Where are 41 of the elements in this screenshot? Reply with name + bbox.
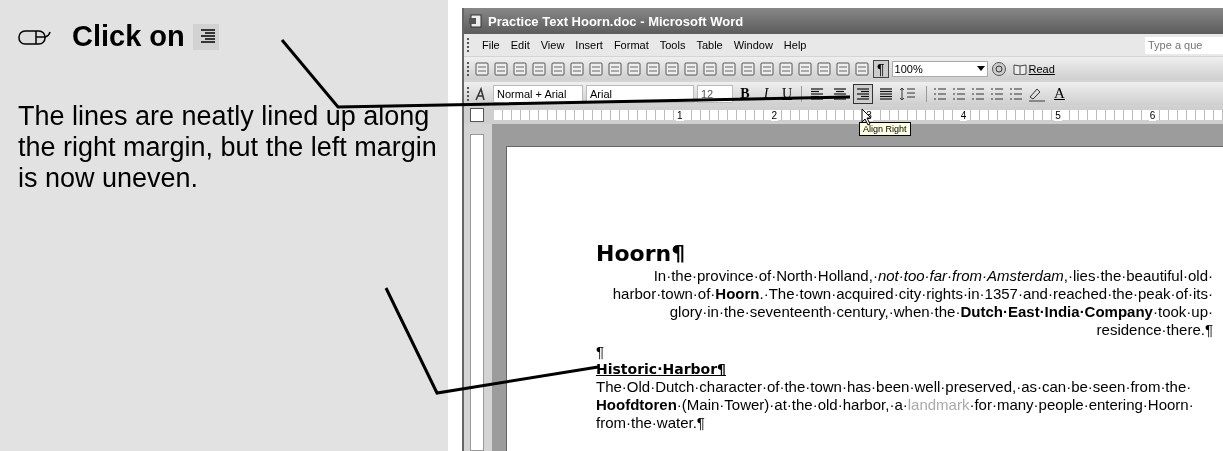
zoom-dropdown[interactable]: 100%: [891, 60, 988, 77]
paragraph: In·the·province·of·North·Holland,·not·too·far·from·Amsterdam,·lies·the·beautiful·old· harbor·town·of·Hoorn.·The·town·acquired·city·rights·in·1357·and·reached·the·peak·of·its· glory·in·the·seventeenth·century,·when·the·Dutch·East·India·Company·took·up· residence·there.¶: [611, 267, 1213, 339]
document-icon: [469, 14, 483, 28]
font-style-button[interactable]: I: [757, 85, 775, 102]
menu-item[interactable]: View: [540, 39, 565, 51]
paragraph-mark: ¶: [596, 343, 606, 360]
menu-item[interactable]: Edit: [510, 39, 530, 51]
menu-item[interactable]: Format: [613, 39, 649, 51]
font-dropdown[interactable]: Arial: [586, 84, 694, 103]
font-color-button[interactable]: A: [1050, 85, 1069, 102]
instruction-text: Click on: [72, 20, 185, 53]
ruler-number: 2: [770, 109, 779, 121]
show-formatting-button[interactable]: ¶: [873, 59, 889, 78]
ruler-number: 6: [1148, 109, 1157, 121]
tab-selector-icon[interactable]: [470, 108, 484, 122]
help-icon[interactable]: [990, 60, 1007, 77]
menu-item[interactable]: Table: [696, 39, 723, 51]
menu-item[interactable]: Help: [783, 39, 807, 51]
explanation-text: The lines are neatly lined up along the right margin, but the left margin is now uneven.: [18, 101, 438, 194]
ruler-number: 5: [1054, 109, 1062, 121]
font-style-button[interactable]: B: [736, 85, 754, 102]
tooltip: Align Right: [859, 122, 911, 136]
ruler-number: 1: [676, 109, 684, 121]
read-button[interactable]: Read: [1009, 62, 1058, 75]
numbering-icon[interactable]: [932, 85, 948, 102]
style-dropdown[interactable]: Normal + Arial: [493, 84, 583, 103]
ruler-number: 4: [959, 109, 968, 121]
align-right-icon: [192, 23, 219, 50]
align-right-button[interactable]: [853, 83, 873, 104]
document-subheading: Historic·Harbor¶: [596, 360, 727, 378]
bullets-icon[interactable]: [951, 85, 967, 102]
menu-item[interactable]: Insert: [575, 39, 603, 51]
mouse-pointer-icon: [861, 108, 873, 126]
dropdown-arrow-icon[interactable]: [976, 66, 985, 71]
menu-item[interactable]: Tools: [659, 39, 686, 51]
window-title: Practice Text Hoorn.doc - Microsoft Word: [488, 13, 744, 29]
menu-item[interactable]: File: [482, 39, 500, 51]
menu-item[interactable]: Window: [733, 39, 773, 51]
book-icon: [1012, 62, 1027, 75]
paragraph: The·Old·Dutch·character·of·the·town·has·been·well·preserved,·as·can·be·seen·from·the· Hoofdtoren·(Main·Tower)·at·the·old·harbor,·a·landmark·for·many·people·entering·Hoorn· from·the·water.¶: [596, 378, 1195, 432]
document-heading: Hoorn¶: [596, 241, 687, 267]
